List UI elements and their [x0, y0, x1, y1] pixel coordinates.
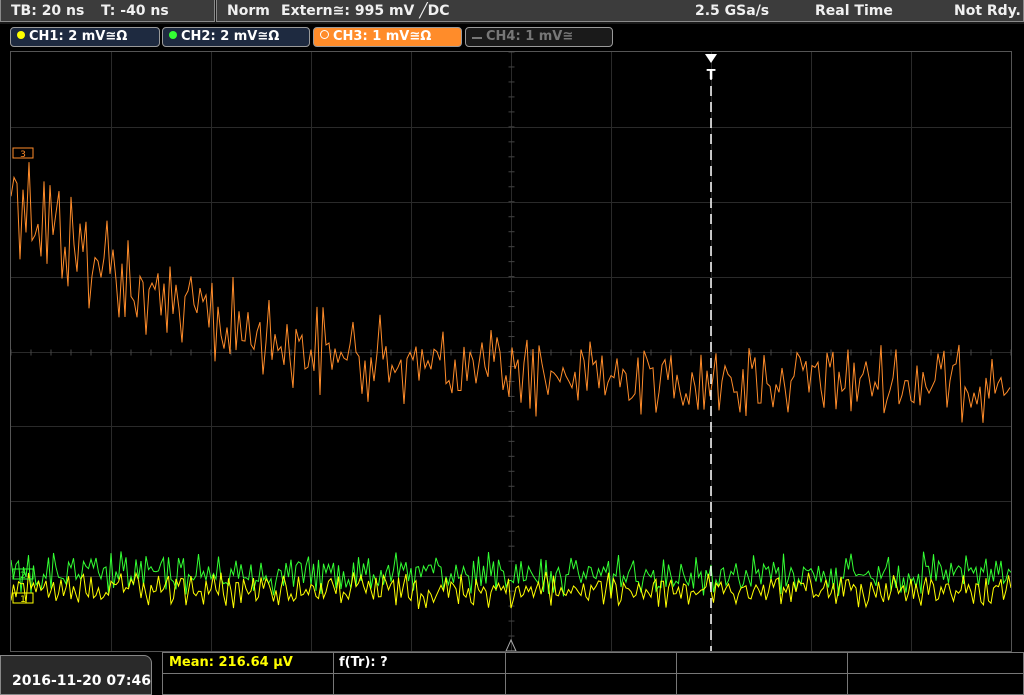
ch3-label: CH3: 1 mV≅Ω	[333, 29, 432, 44]
acquisition-mode-readout: Real Time	[815, 3, 893, 19]
acquisition-state-readout: Not Rdy.	[954, 3, 1021, 19]
ch4-label: CH4: 1 mV≅	[486, 29, 574, 44]
trigger-source-readout: Extern≅: 995 mV ╱DC	[281, 3, 450, 19]
trigger-mode-readout: Norm	[227, 3, 270, 19]
rise-measurement: f(Tr): ?	[339, 655, 388, 670]
ch2-label: CH2: 2 mV≅Ω	[181, 29, 280, 44]
channel-tab-ch3[interactable]: CH3: 1 mV≅Ω	[313, 27, 462, 47]
trigger-panel[interactable]: Norm Extern≅: 995 mV ╱DC 2.5 GSa/s Real …	[216, 0, 1024, 22]
status-bar: TB: 20 ns T: -40 ns Norm Extern≅: 995 mV…	[0, 0, 1024, 24]
ch4-indicator-icon	[472, 37, 482, 39]
ch1-indicator-icon	[17, 31, 25, 39]
waveform-canvas: T 3 2 1	[10, 51, 1012, 652]
sample-rate-readout: 2.5 GSa/s	[695, 3, 770, 19]
ch3-level-marker[interactable]: 3	[12, 147, 34, 160]
waveform-display[interactable]: T 3 2 1	[10, 51, 1012, 652]
datetime-readout: 2016-11-20 07:46	[12, 673, 151, 689]
ch2-indicator-icon	[169, 31, 177, 39]
graticule	[10, 51, 1012, 651]
ch3-marker-label: 3	[20, 150, 26, 160]
trigger-offset-readout: T: -40 ns	[101, 3, 169, 19]
ch2-marker-label: 2	[20, 571, 26, 581]
measurement-divider	[676, 653, 677, 694]
channel-tab-ch4[interactable]: CH4: 1 mV≅	[465, 27, 613, 47]
measurement-divider	[333, 653, 334, 694]
mean-measurement: Mean: 216.64 µV	[169, 655, 293, 670]
trigger-marker-label: T	[707, 68, 716, 83]
ch3-indicator-icon	[320, 30, 329, 39]
measurement-divider	[163, 673, 1023, 674]
trigger-arrow-icon	[705, 54, 717, 63]
ch1-label: CH1: 2 mV≅Ω	[29, 29, 128, 44]
timebase-readout: TB: 20 ns	[11, 3, 85, 19]
measurement-divider	[505, 653, 506, 694]
timebase-panel[interactable]: TB: 20 ns T: -40 ns	[0, 0, 215, 22]
ch1-marker-label: 1	[20, 595, 26, 605]
channel-tab-ch2[interactable]: CH2: 2 mV≅Ω	[162, 27, 310, 47]
measurement-bar[interactable]: Mean: 216.64 µV f(Tr): ?	[162, 652, 1024, 695]
measurement-divider	[847, 653, 848, 694]
channel-tab-ch1[interactable]: CH1: 2 mV≅Ω	[10, 27, 160, 47]
